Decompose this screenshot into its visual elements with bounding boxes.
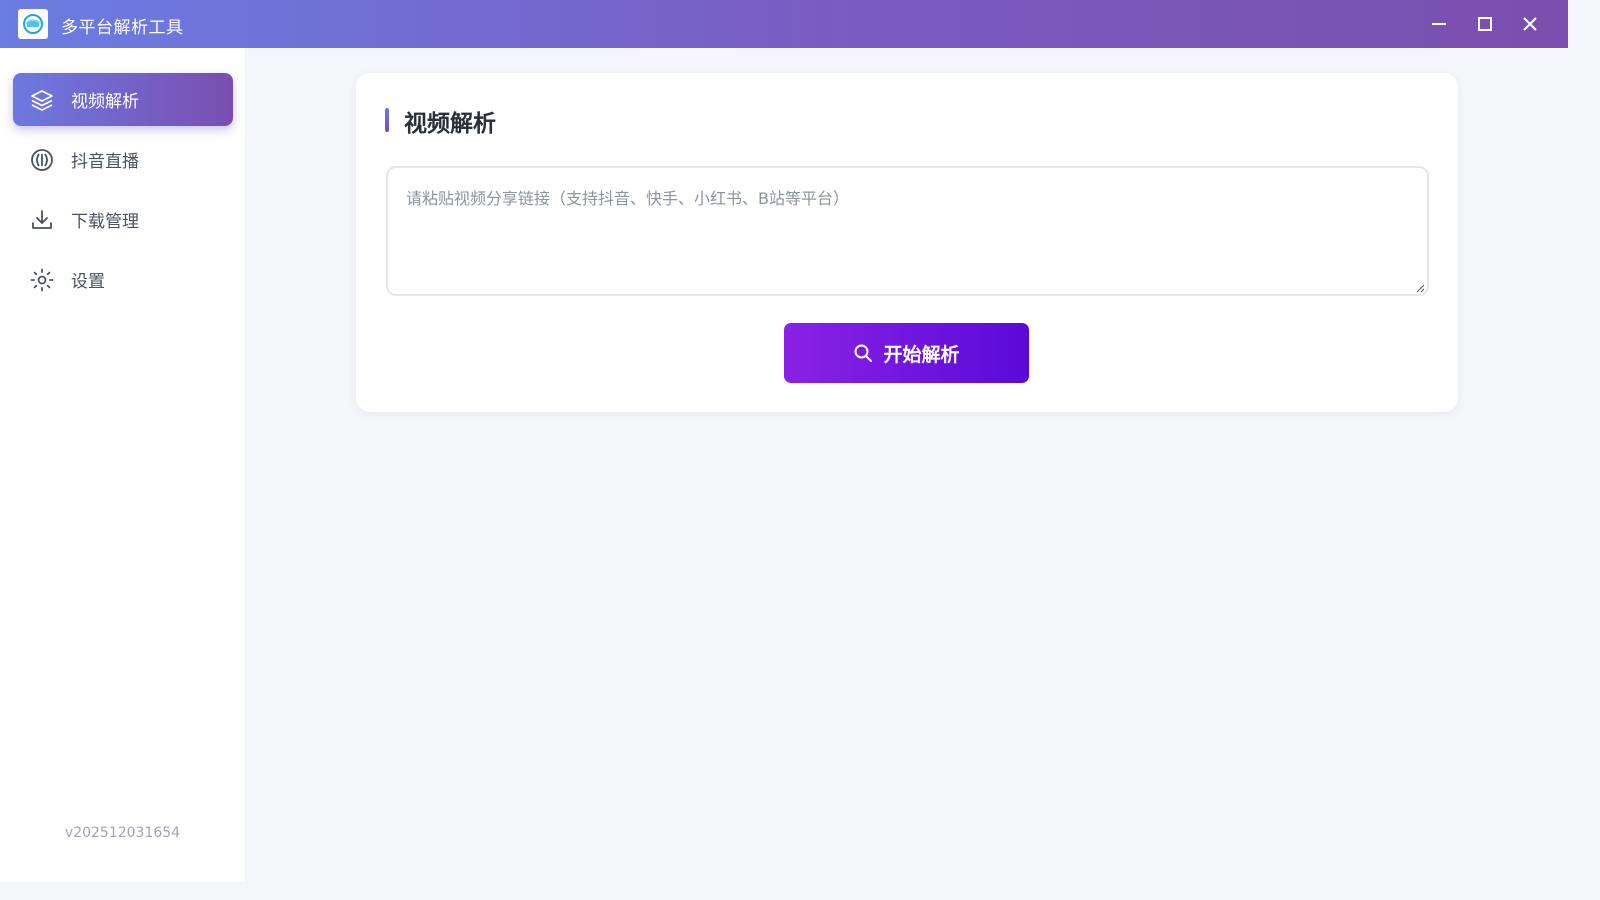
maximize-icon (1478, 17, 1492, 31)
sidebar-item-douyin-live[interactable]: 抖音直播 (13, 133, 233, 186)
sidebar-item-label: 抖音直播 (71, 152, 139, 172)
title-accent-bar (385, 108, 389, 132)
search-icon (853, 343, 873, 363)
minimize-icon (1432, 23, 1446, 25)
sun-settings-icon (29, 267, 55, 293)
title-bar: 多平台解析工具 (0, 0, 1568, 48)
sidebar-item-download-manager[interactable]: 下载管理 (13, 193, 233, 246)
app-logo-icon (18, 9, 48, 39)
resize-handle-icon[interactable] (1415, 283, 1425, 293)
douyin-live-icon (29, 147, 55, 173)
close-button[interactable] (1513, 8, 1547, 40)
maximize-button[interactable] (1468, 8, 1502, 40)
start-parse-button[interactable]: 开始解析 (784, 323, 1029, 383)
sidebar-item-label: 下载管理 (71, 212, 139, 232)
sidebar: 视频解析 抖音直播 下载管理 设置 v202512031654 (0, 48, 245, 882)
sidebar-item-label: 视频解析 (71, 92, 139, 112)
sidebar-item-settings[interactable]: 设置 (13, 253, 233, 306)
video-parse-card: 视频解析 开始解析 (356, 73, 1458, 412)
start-parse-label: 开始解析 (883, 343, 960, 366)
close-icon (1523, 17, 1537, 31)
version-label: v202512031654 (64, 825, 181, 841)
sidebar-item-video-parse[interactable]: 视频解析 (13, 73, 233, 126)
layers-icon (29, 87, 55, 113)
app-title: 多平台解析工具 (61, 18, 184, 38)
share-link-input[interactable] (386, 166, 1429, 296)
page-title: 视频解析 (404, 111, 496, 137)
sidebar-item-label: 设置 (71, 272, 105, 292)
download-icon (29, 207, 55, 233)
minimize-button[interactable] (1422, 8, 1456, 40)
